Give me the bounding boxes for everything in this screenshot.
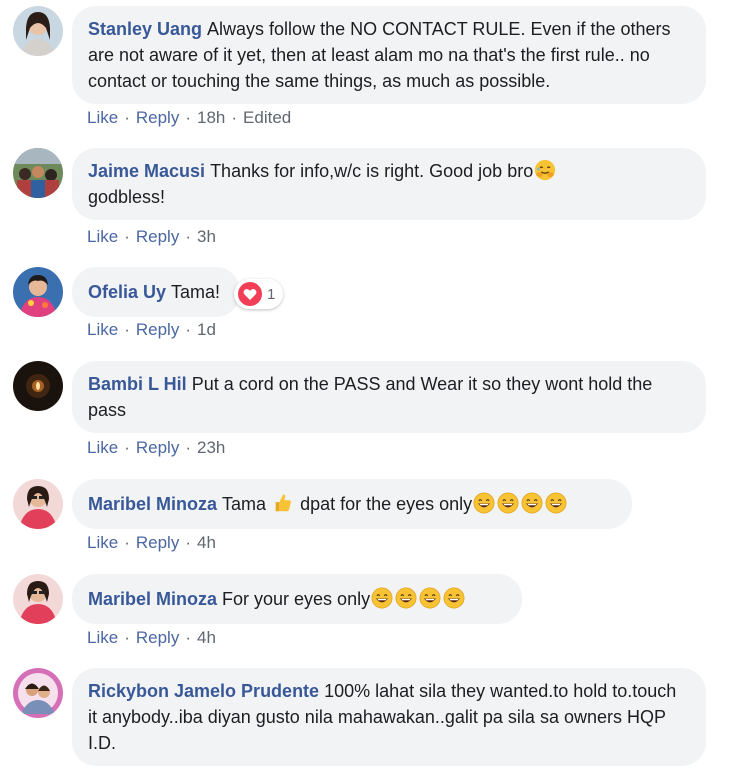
- avatar[interactable]: [13, 574, 63, 624]
- reaction-badge[interactable]: 1: [234, 279, 284, 309]
- like-button[interactable]: Like: [87, 628, 118, 647]
- timestamp[interactable]: 4h: [197, 533, 216, 552]
- avatar[interactable]: [13, 361, 63, 411]
- comment-text: For your eyes only: [222, 589, 371, 609]
- comment-author[interactable]: Stanley Uang: [88, 19, 202, 39]
- avatar[interactable]: [13, 668, 63, 718]
- comment-text-cont: godbless!: [88, 187, 166, 207]
- avatar[interactable]: [13, 479, 63, 529]
- comment-actions: Like · Reply · 4h: [87, 628, 216, 647]
- grin-emoji: [521, 492, 543, 514]
- comment-author[interactable]: Rickybon Jamelo Prudente: [88, 681, 319, 701]
- reaction-count: 1: [267, 285, 276, 303]
- comment-author[interactable]: Maribel Minoza: [88, 494, 217, 514]
- like-button[interactable]: Like: [87, 227, 118, 246]
- comment-bubble: Bambi L Hil Put a cord on the PASS and We…: [72, 361, 706, 433]
- timestamp[interactable]: 23h: [197, 438, 225, 457]
- comment-actions: Like · Reply · 1d: [87, 320, 216, 339]
- grin-emoji: [419, 587, 441, 609]
- edited-label[interactable]: Edited: [243, 108, 291, 127]
- comment-author[interactable]: Jaime Macusi: [88, 161, 205, 181]
- comment-actions: Like · Reply · 18h · Edited: [87, 108, 292, 127]
- timestamp[interactable]: 18h: [197, 108, 225, 127]
- timestamp[interactable]: 3h: [197, 227, 216, 246]
- like-button[interactable]: Like: [87, 320, 118, 339]
- comment-text: Tama!: [171, 282, 221, 302]
- like-button[interactable]: Like: [87, 108, 118, 127]
- avatar[interactable]: [13, 148, 63, 198]
- tearful-hug-emoji: [534, 159, 556, 181]
- grin-emoji: [371, 587, 393, 609]
- timestamp[interactable]: 4h: [197, 628, 216, 647]
- comment-bubble: Maribel Minoza Tama dpat for the eyes onl…: [72, 479, 632, 529]
- comment-bubble: Rickybon Jamelo Prudente 100% lahat sila …: [72, 668, 706, 766]
- reply-button[interactable]: Reply: [136, 320, 179, 339]
- comment-author[interactable]: Ofelia Uy: [88, 282, 166, 302]
- grin-emoji: [473, 492, 495, 514]
- comment-actions: Like · Reply · 4h: [87, 533, 216, 552]
- like-button[interactable]: Like: [87, 438, 118, 457]
- grin-emoji: [443, 587, 465, 609]
- comment-text: Thanks for info,w/c is right. Good job b…: [210, 161, 534, 181]
- thumbs-up-emoji: [272, 492, 294, 514]
- comment-author[interactable]: Maribel Minoza: [88, 589, 217, 609]
- comment-text: Tama: [222, 494, 267, 514]
- grin-emoji: [395, 587, 417, 609]
- comment-text-cont: dpat for the eyes only: [300, 494, 473, 514]
- reply-button[interactable]: Reply: [136, 533, 179, 552]
- reply-button[interactable]: Reply: [136, 108, 179, 127]
- like-button[interactable]: Like: [87, 533, 118, 552]
- reply-button[interactable]: Reply: [136, 628, 179, 647]
- reply-button[interactable]: Reply: [136, 438, 179, 457]
- avatar[interactable]: [13, 6, 63, 56]
- comment-actions: Like · Reply · 3h: [87, 227, 216, 246]
- grin-emoji: [545, 492, 567, 514]
- comment-bubble: Ofelia Uy Tama!: [72, 267, 241, 317]
- timestamp[interactable]: 1d: [197, 320, 216, 339]
- heart-reaction-icon: [238, 282, 262, 306]
- comment-bubble: Stanley Uang Always follow the NO CONTACT…: [72, 6, 706, 104]
- comment-author[interactable]: Bambi L Hil: [88, 374, 187, 394]
- comment-bubble: Maribel Minoza For your eyes only: [72, 574, 522, 624]
- comment-bubble: Jaime Macusi Thanks for info,w/c is right…: [72, 148, 706, 220]
- reply-button[interactable]: Reply: [136, 227, 179, 246]
- avatar[interactable]: [13, 267, 63, 317]
- comment-actions: Like · Reply · 23h: [87, 438, 226, 457]
- grin-emoji: [497, 492, 519, 514]
